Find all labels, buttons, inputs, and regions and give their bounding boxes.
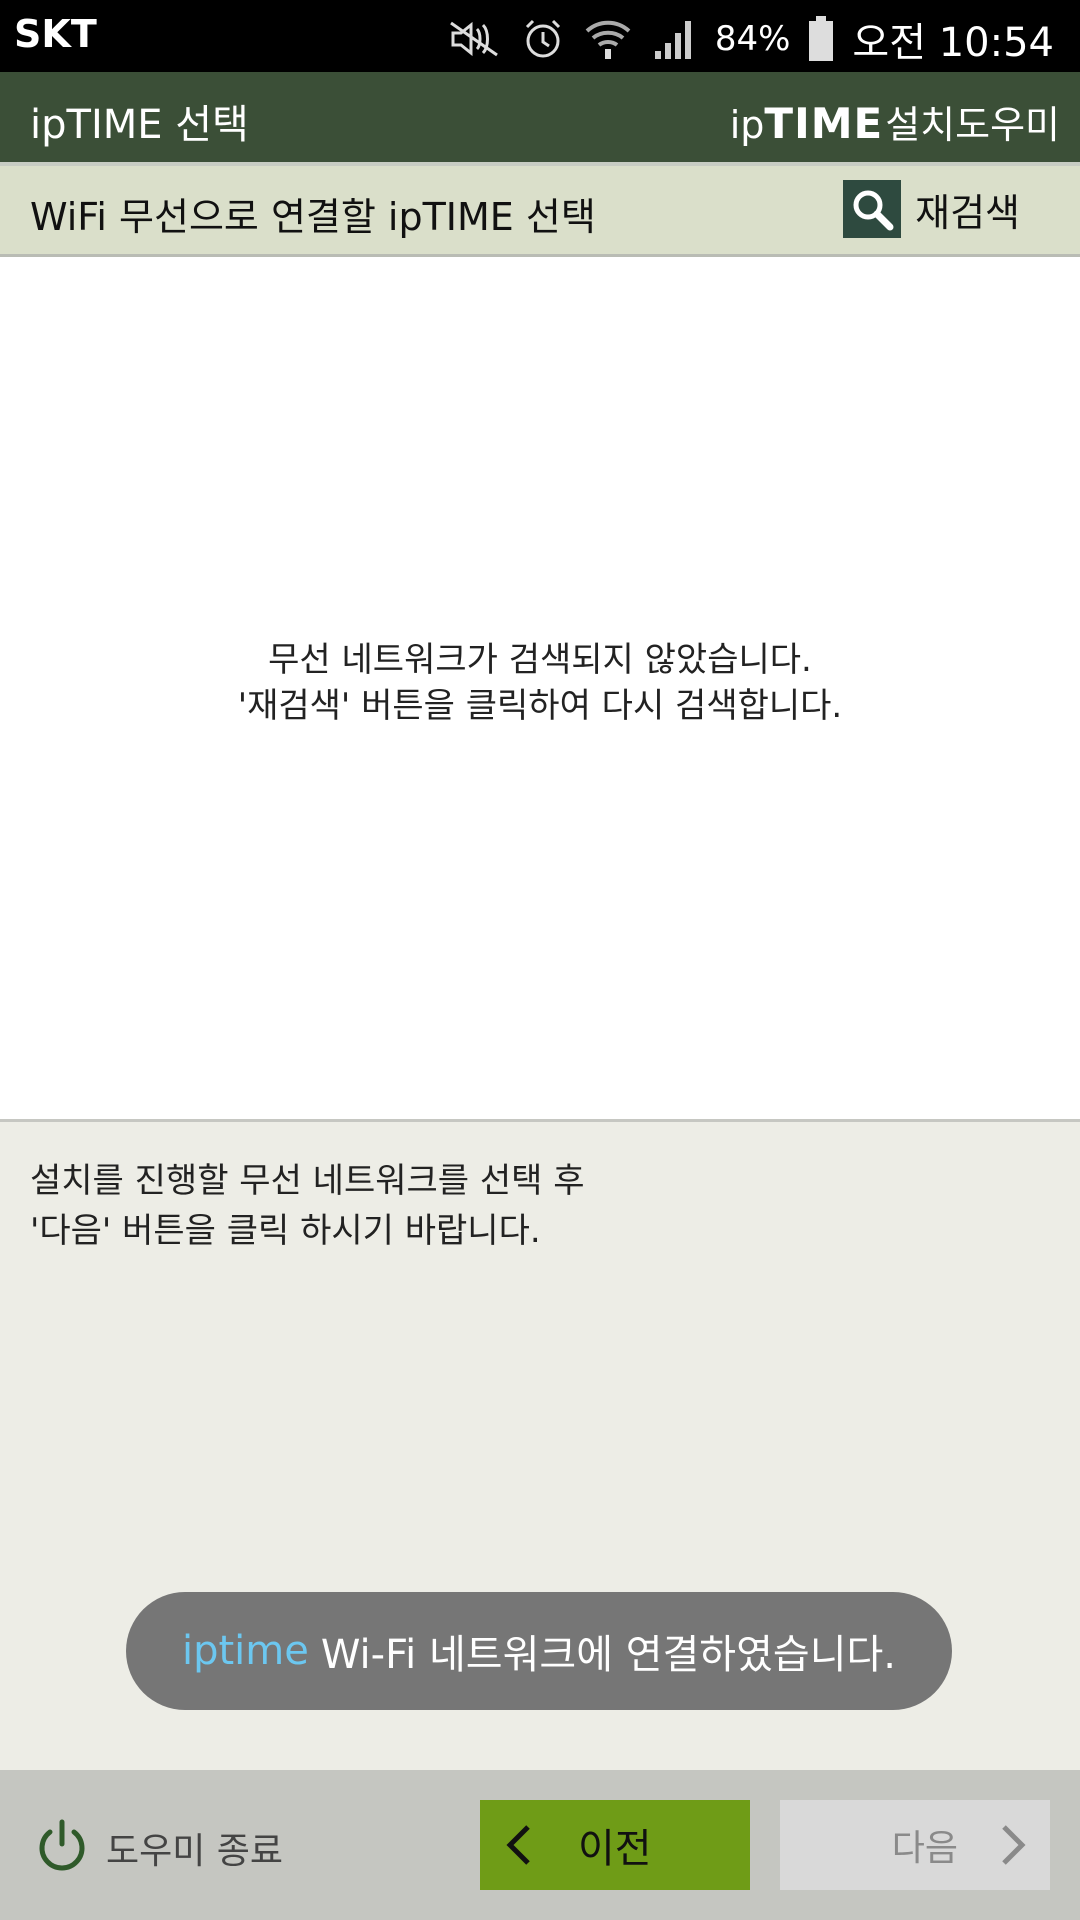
page-title: ipTIME 선택 xyxy=(30,102,249,148)
section-title: WiFi 무선으로 연결할 ipTIME 선택 xyxy=(30,195,596,239)
clock: 오전 10:54 xyxy=(852,20,1054,66)
app-bar: ipTIME 선택 ip TIME 설치도우미 xyxy=(0,72,1080,162)
help-panel: 설치를 진행할 무선 네트워크를 선택 후 '다음' 버튼을 클릭 하시기 바랍… xyxy=(0,1122,1080,1770)
prev-button[interactable]: 이전 xyxy=(480,1800,750,1890)
next-button[interactable]: 다음 xyxy=(780,1800,1050,1890)
alarm-icon xyxy=(521,17,565,61)
rescan-button[interactable]: 재검색 xyxy=(843,180,1020,238)
wifi-icon xyxy=(583,17,633,61)
bottom-bar: 도우미 종료 이전 다음 xyxy=(0,1770,1080,1920)
network-list[interactable]: 무선 네트워크가 검색되지 않았습니다. '재검색' 버튼을 클릭하여 다시 검… xyxy=(0,257,1080,1119)
brand-suffix: 설치도우미 xyxy=(885,103,1060,147)
exit-button[interactable]: 도우미 종료 xyxy=(34,1818,283,1878)
mute-icon xyxy=(447,19,503,59)
battery-icon xyxy=(808,16,834,62)
chevron-right-icon[interactable] xyxy=(998,1823,1028,1867)
signal-icon xyxy=(651,17,697,61)
brand-logo: ip TIME 설치도우미 xyxy=(730,94,1060,149)
battery-percent: 84% xyxy=(714,19,791,59)
empty-message-line2: '재검색' 버튼을 클릭하여 다시 검색합니다. xyxy=(237,686,843,726)
brand-prefix: ip xyxy=(729,103,765,147)
prev-label[interactable]: 이전 xyxy=(578,1816,652,1874)
carrier-label: SKT xyxy=(14,12,97,56)
exit-label[interactable]: 도우미 종료 xyxy=(106,1822,283,1874)
chevron-left-icon[interactable] xyxy=(504,1823,534,1867)
status-icons: 84% 오전 10:54 xyxy=(447,10,1054,68)
toast-message: iptime Wi-Fi 네트워크에 연결하였습니다. xyxy=(126,1592,952,1710)
search-icon[interactable] xyxy=(843,180,902,238)
next-label[interactable]: 다음 xyxy=(892,1819,958,1871)
toast-text: Wi-Fi 네트워크에 연결하였습니다. xyxy=(320,1632,897,1678)
power-icon[interactable] xyxy=(34,1818,90,1878)
empty-message: 무선 네트워크가 검색되지 않았습니다. '재검색' 버튼을 클릭하여 다시 검… xyxy=(0,637,1080,729)
help-line2: '다음' 버튼을 클릭 하시기 바랍니다. xyxy=(30,1211,541,1251)
sub-header: WiFi 무선으로 연결할 ipTIME 선택 재검색 xyxy=(0,166,1080,257)
help-text: 설치를 진행할 무선 네트워크를 선택 후 '다음' 버튼을 클릭 하시기 바랍… xyxy=(30,1156,585,1256)
help-line1: 설치를 진행할 무선 네트워크를 선택 후 xyxy=(30,1161,585,1201)
empty-message-line1: 무선 네트워크가 검색되지 않았습니다. xyxy=(268,640,812,680)
toast-ssid: iptime xyxy=(181,1628,309,1674)
status-bar: SKT 84% 오전 10:54 xyxy=(0,0,1080,72)
rescan-label[interactable]: 재검색 xyxy=(915,182,1020,237)
brand-main: TIME xyxy=(764,99,884,148)
